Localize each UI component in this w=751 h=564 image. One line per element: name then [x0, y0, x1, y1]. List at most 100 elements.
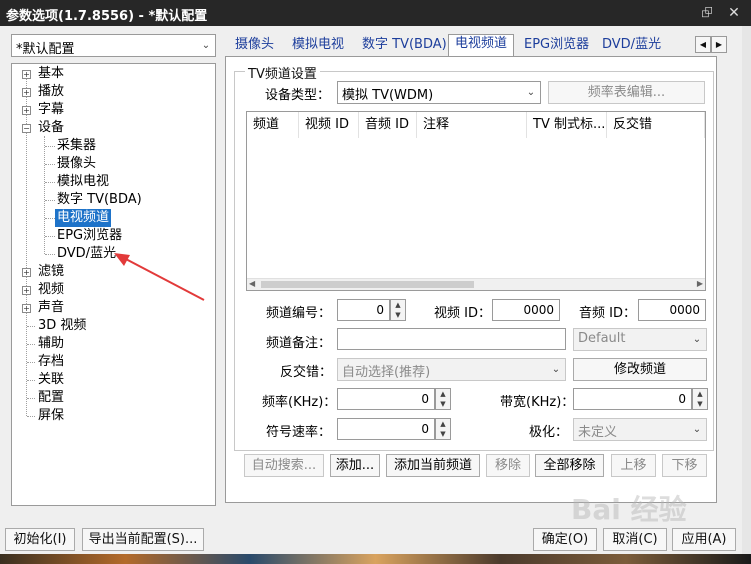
tree-item-capture[interactable]: 采集器 — [55, 137, 98, 155]
deinterlace-select[interactable]: 自动选择(推荐) ⌄ — [337, 358, 566, 381]
add-button[interactable]: 添加... — [330, 454, 380, 477]
expand-icon[interactable]: + — [22, 304, 31, 313]
profile-select[interactable]: *默认配置 ⌄ — [11, 34, 216, 57]
freq-spinner[interactable]: ▲ ▼ — [435, 388, 451, 410]
close-icon[interactable]: ✕ — [724, 3, 744, 23]
remove-button[interactable]: 移除 — [486, 454, 530, 477]
move-up-button[interactable]: 上移 — [611, 454, 656, 477]
tree-item-archive[interactable]: 存档 — [36, 353, 66, 371]
symbol-rate-spinner[interactable]: ▲ ▼ — [435, 418, 451, 440]
polarization-label: 极化： — [529, 425, 569, 440]
tree-branch — [45, 164, 55, 165]
tree-item-digital-tv[interactable]: 数字 TV(BDA) — [55, 191, 144, 209]
column-header[interactable]: 反交错 — [607, 112, 705, 138]
expand-icon[interactable]: + — [22, 106, 31, 115]
chevron-down-icon: ⌄ — [551, 364, 561, 375]
expand-icon[interactable]: + — [22, 286, 31, 295]
column-header[interactable]: 音频 ID — [359, 112, 417, 138]
tab-epg[interactable]: EPG浏览器 — [518, 36, 595, 56]
tree-branch — [27, 344, 35, 345]
tree-item-audio[interactable]: 声音 — [36, 299, 66, 317]
channel-no-input[interactable]: 0 — [337, 299, 390, 321]
tree-item-screensaver[interactable]: 屏保 — [36, 407, 66, 425]
channel-note-input[interactable] — [337, 328, 566, 350]
tree-branch — [45, 218, 55, 219]
column-header[interactable]: 视频 ID — [299, 112, 359, 138]
export-config-button[interactable]: 导出当前配置(S)... — [82, 528, 204, 551]
tv-standard-value: Default — [578, 331, 626, 346]
column-header[interactable]: 频道 — [247, 112, 299, 138]
deinterlace-value: 自动选择(推荐) — [342, 365, 431, 380]
tab-digital-tv[interactable]: 数字 TV(BDA) — [356, 36, 453, 56]
tree-item-camera[interactable]: 摄像头 — [55, 155, 98, 173]
tab-camera[interactable]: 摄像头 — [229, 36, 280, 56]
expand-icon[interactable]: + — [22, 88, 31, 97]
tree-item-3d-video[interactable]: 3D 视频 — [36, 317, 88, 335]
tree-item-playback[interactable]: 播放 — [36, 83, 66, 101]
tree-branch — [45, 254, 55, 255]
video-id-input[interactable]: 0000 — [492, 299, 560, 321]
apply-button[interactable]: 应用(A) — [672, 528, 736, 551]
window-title: 参数选项(1.7.8556) - *默认配置 — [6, 9, 208, 24]
tree-branch — [27, 380, 35, 381]
tree-branch — [45, 146, 55, 147]
chevron-down-icon: ⌄ — [692, 424, 702, 435]
tree-item-epg[interactable]: EPG浏览器 — [55, 227, 124, 245]
polarization-select[interactable]: 未定义 ⌄ — [573, 418, 707, 441]
symbol-rate-input[interactable]: 0 — [337, 418, 435, 440]
device-type-select[interactable]: 模拟 TV(WDM) ⌄ — [337, 81, 541, 104]
column-header[interactable]: 注释 — [417, 112, 527, 138]
freq-table-button[interactable]: 频率表编辑... — [548, 81, 705, 104]
tree-item-basic[interactable]: 基本 — [36, 65, 66, 83]
channel-list[interactable]: 频道 视频 ID 音频 ID 注释 TV 制式标... 反交错 ◀ ▶ — [246, 111, 706, 291]
tab-tv-channels[interactable]: 电视频道 — [448, 34, 515, 57]
tab-analog-tv[interactable]: 模拟电视 — [286, 36, 350, 56]
video-id-label: 视频 ID： — [434, 306, 491, 321]
device-type-value: 模拟 TV(WDM) — [342, 88, 434, 103]
horizontal-scrollbar[interactable]: ◀ ▶ — [247, 278, 705, 290]
preferences-window: 参数选项(1.7.8556) - *默认配置 ⮺ ✕ *默认配置 ⌄ + 基本 … — [0, 0, 751, 564]
channel-no-spinner[interactable]: ▲ ▼ — [390, 299, 406, 321]
deinterlace-label: 反交错： — [280, 365, 333, 380]
tree-item-assist[interactable]: 辅助 — [36, 335, 66, 353]
freq-input[interactable]: 0 — [337, 388, 435, 410]
modify-channel-button[interactable]: 修改频道 — [573, 358, 707, 381]
expand-icon[interactable]: + — [22, 268, 31, 277]
tree-branch — [27, 398, 35, 399]
tree-item-video[interactable]: 视频 — [36, 281, 66, 299]
column-header[interactable]: TV 制式标... — [527, 112, 607, 138]
tv-standard-select[interactable]: Default ⌄ — [573, 328, 707, 351]
tab-scroll-left-icon[interactable]: ◀ — [695, 36, 711, 53]
tree-item-filters[interactable]: 滤镜 — [36, 263, 66, 281]
freq-label: 频率(KHz)： — [262, 395, 337, 410]
tree-item-tv-channels[interactable]: 电视频道 — [55, 209, 112, 227]
init-button[interactable]: 初始化(I) — [5, 528, 75, 551]
tree-item-subtitles[interactable]: 字幕 — [36, 101, 66, 119]
tab-scroll-right-icon[interactable]: ▶ — [711, 36, 727, 53]
scroll-left-icon[interactable]: ◀ — [249, 279, 255, 288]
tree-item-dvd[interactable]: DVD/蓝光 — [55, 245, 118, 263]
move-down-button[interactable]: 下移 — [662, 454, 707, 477]
pin-icon[interactable]: ⮺ — [697, 3, 717, 23]
bandwidth-spinner[interactable]: ▲ ▼ — [692, 388, 708, 410]
auto-search-button[interactable]: 自动搜索... — [244, 454, 324, 477]
polarization-value: 未定义 — [578, 425, 618, 440]
collapse-icon[interactable]: − — [22, 124, 31, 133]
tab-dvd[interactable]: DVD/蓝光 — [596, 36, 667, 56]
tab-strip: 摄像头 模拟电视 数字 TV(BDA) 电视频道 EPG浏览器 DVD/蓝光 — [226, 34, 712, 57]
remove-all-button[interactable]: 全部移除 — [535, 454, 604, 477]
audio-id-input[interactable]: 0000 — [638, 299, 706, 321]
tree-item-devices[interactable]: 设备 — [36, 119, 66, 137]
add-current-channel-button[interactable]: 添加当前频道 — [386, 454, 480, 477]
tree-item-associations[interactable]: 关联 — [36, 371, 66, 389]
scroll-right-icon[interactable]: ▶ — [697, 279, 703, 288]
tree-item-analog-tv[interactable]: 模拟电视 — [55, 173, 111, 191]
scrollbar-thumb[interactable] — [261, 281, 474, 288]
symbol-rate-label: 符号速率： — [266, 425, 332, 440]
ok-button[interactable]: 确定(O) — [533, 528, 597, 551]
expand-icon[interactable]: + — [22, 70, 31, 79]
bandwidth-input[interactable]: 0 — [573, 388, 692, 410]
tree-item-config[interactable]: 配置 — [36, 389, 66, 407]
profile-select-value: *默认配置 — [16, 42, 75, 57]
cancel-button[interactable]: 取消(C) — [603, 528, 667, 551]
